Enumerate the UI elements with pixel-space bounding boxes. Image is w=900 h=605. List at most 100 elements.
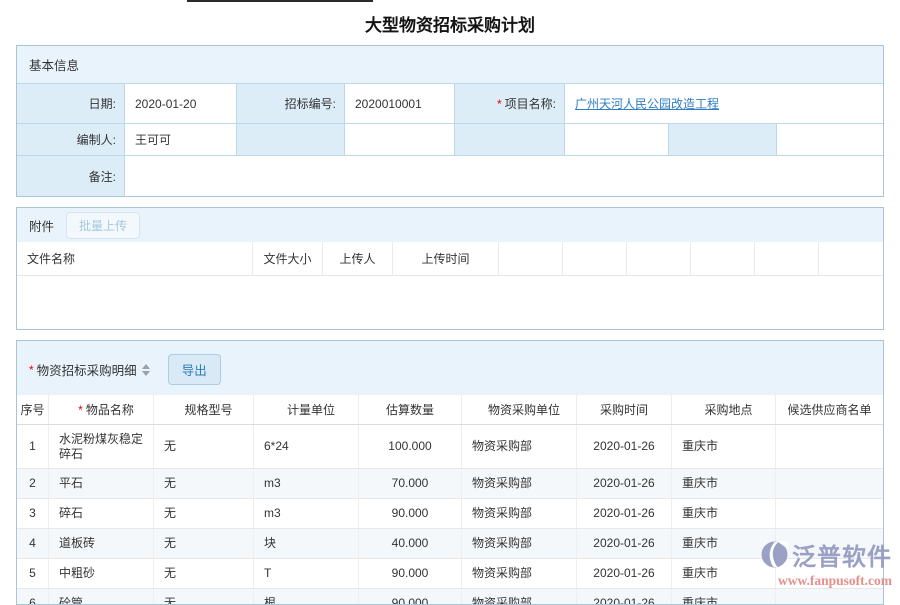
- table-cell: 6: [17, 589, 49, 605]
- column-header-seq: 序号: [17, 395, 49, 424]
- table-cell: 物资采购部: [462, 425, 577, 468]
- table-cell: 无: [154, 469, 254, 498]
- fanpu-watermark: 泛普软件 www.fanpusoft.com: [761, 537, 892, 589]
- table-cell: T: [254, 559, 359, 588]
- table-cell: 4: [17, 529, 49, 558]
- table-cell: 中粗砂: [49, 559, 154, 588]
- empty-cell: [455, 124, 565, 156]
- table-row: 1水泥粉煤灰稳定碎石无6*24100.000物资采购部2020-01-26重庆市: [17, 425, 883, 469]
- page-title: 大型物资招标采购计划: [0, 0, 900, 45]
- project-name-label: * 项目名称:: [455, 84, 565, 124]
- top-crop-artifact: [187, 0, 373, 2]
- detail-table: 序号 * 物品名称 规格型号 计量单位 估算数量 物资采购单位 采购时间 采购地…: [17, 395, 883, 605]
- table-cell: 40.000: [359, 529, 462, 558]
- table-cell: 物资采购部: [462, 529, 577, 558]
- column-header-est-qty: 估算数量: [359, 395, 462, 424]
- attachments-section-title: 附件: [29, 216, 54, 235]
- sort-toggle-icon[interactable]: [142, 364, 150, 376]
- project-name-link[interactable]: 广州天河人民公园改造工程: [575, 95, 719, 112]
- table-cell: m3: [254, 499, 359, 528]
- column-header-unit: 计量单位: [254, 395, 359, 424]
- empty-cell: [565, 124, 669, 156]
- table-cell: 物资采购部: [462, 559, 577, 588]
- column-header-file-size: 文件大小: [253, 242, 323, 275]
- table-cell: 2: [17, 469, 49, 498]
- required-mark: *: [29, 363, 34, 377]
- table-row: 4道板砖无块40.000物资采购部2020-01-26重庆市: [17, 529, 883, 559]
- batch-upload-button[interactable]: 批量上传: [66, 212, 140, 239]
- table-cell: 重庆市: [672, 425, 776, 468]
- column-header-candidate-suppliers: 候选供应商名单: [776, 395, 883, 424]
- table-cell: 道板砖: [49, 529, 154, 558]
- project-name-cell: 广州天河人民公园改造工程: [565, 84, 883, 124]
- table-cell: 水泥粉煤灰稳定碎石: [49, 425, 154, 468]
- table-row: 6砼管无根90.000物资采购部2020-01-26重庆市: [17, 589, 883, 605]
- table-row: 2平石无m370.000物资采购部2020-01-26重庆市: [17, 469, 883, 499]
- bid-no-value: 2020010001: [345, 84, 455, 124]
- table-cell: 平石: [49, 469, 154, 498]
- table-cell: 2020-01-26: [577, 559, 672, 588]
- table-cell: 无: [154, 499, 254, 528]
- table-cell: 根: [254, 589, 359, 605]
- table-cell: 2020-01-26: [577, 499, 672, 528]
- empty-column: [819, 242, 883, 275]
- detail-section-title: 物资招标采购明细: [37, 360, 137, 379]
- attachments-empty-body: [17, 276, 883, 329]
- empty-column: [627, 242, 691, 275]
- watermark-url-text: www.fanpusoft.com: [761, 573, 892, 589]
- table-cell: 碎石: [49, 499, 154, 528]
- required-mark: *: [78, 403, 83, 417]
- table-cell: 100.000: [359, 425, 462, 468]
- table-row: 3碎石无m390.000物资采购部2020-01-26重庆市: [17, 499, 883, 529]
- table-cell: 重庆市: [672, 589, 776, 605]
- export-button[interactable]: 导出: [168, 354, 221, 385]
- column-header-procure-place: 采购地点: [672, 395, 776, 424]
- table-cell: 无: [154, 559, 254, 588]
- bid-no-label: 招标编号:: [237, 84, 345, 124]
- remark-label: 备注:: [17, 156, 125, 196]
- empty-cell: [669, 124, 777, 156]
- empty-cell: [777, 124, 883, 156]
- column-header-procure-dept: 物资采购单位: [462, 395, 577, 424]
- table-row: 5中粗砂无T90.000物资采购部2020-01-26重庆市: [17, 559, 883, 589]
- table-cell: 物资采购部: [462, 499, 577, 528]
- table-cell: 90.000: [359, 559, 462, 588]
- table-cell: 2020-01-26: [577, 425, 672, 468]
- table-cell: [776, 425, 883, 468]
- preparer-label: 编制人:: [17, 124, 125, 156]
- table-cell: 70.000: [359, 469, 462, 498]
- table-cell: [776, 589, 883, 605]
- empty-cell: [345, 124, 455, 156]
- table-cell: 1: [17, 425, 49, 468]
- empty-column: [563, 242, 627, 275]
- table-cell: 6*24: [254, 425, 359, 468]
- column-header-spec-model: 规格型号: [154, 395, 254, 424]
- basic-info-panel: 基本信息 日期: 2020-01-20 招标编号: 2020010001 * 项…: [16, 45, 884, 197]
- empty-cell: [237, 124, 345, 156]
- table-cell: 重庆市: [672, 499, 776, 528]
- preparer-value: 王可可: [125, 124, 237, 156]
- table-cell: 90.000: [359, 499, 462, 528]
- table-cell: 物资采购部: [462, 469, 577, 498]
- table-cell: [776, 499, 883, 528]
- table-cell: 2020-01-26: [577, 469, 672, 498]
- detail-table-header: 序号 * 物品名称 规格型号 计量单位 估算数量 物资采购单位 采购时间 采购地…: [17, 395, 883, 425]
- table-cell: 90.000: [359, 589, 462, 605]
- empty-column: [755, 242, 819, 275]
- column-header-item-name: * 物品名称: [49, 395, 154, 424]
- fanpu-logo-icon: [761, 541, 788, 568]
- required-mark: *: [497, 97, 502, 111]
- table-cell: 重庆市: [672, 469, 776, 498]
- date-label: 日期:: [17, 84, 125, 124]
- detail-table-body: 1水泥粉煤灰稳定碎石无6*24100.000物资采购部2020-01-26重庆市…: [17, 425, 883, 605]
- date-value: 2020-01-20: [125, 84, 237, 124]
- basic-info-section-title: 基本信息: [17, 46, 883, 84]
- empty-column: [691, 242, 755, 275]
- watermark-brand-text: 泛普软件: [792, 537, 892, 572]
- table-cell: 5: [17, 559, 49, 588]
- table-cell: 物资采购部: [462, 589, 577, 605]
- attachments-panel: 附件 批量上传 文件名称 文件大小 上传人 上传时间: [16, 207, 884, 330]
- table-cell: 无: [154, 589, 254, 605]
- basic-info-row-3: 备注:: [17, 156, 883, 196]
- basic-info-row-1: 日期: 2020-01-20 招标编号: 2020010001 * 项目名称: …: [17, 84, 883, 124]
